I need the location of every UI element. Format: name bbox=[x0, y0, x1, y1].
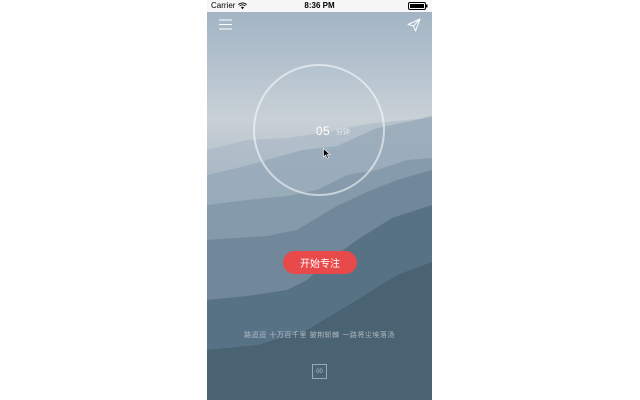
timer-value: 05 bbox=[315, 124, 331, 138]
mountain-background bbox=[207, 116, 432, 400]
session-counter[interactable]: 00 bbox=[312, 364, 327, 379]
paper-plane-icon[interactable] bbox=[407, 18, 421, 32]
status-time: 8:36 PM bbox=[304, 1, 335, 10]
hamburger-menu-icon[interactable] bbox=[219, 18, 232, 31]
battery-icon bbox=[408, 2, 428, 10]
mouse-cursor-icon bbox=[323, 148, 331, 159]
motto-text: 路迢迢 十万百千里 披荆斩棘 一路将尘埃落汤 bbox=[244, 331, 395, 339]
timer-unit: 分钟 bbox=[336, 129, 350, 136]
app-screen: Carrier 8:36 PM 05 分钟 开始专注 路迢迢 十万百千里 披荆斩… bbox=[207, 0, 432, 400]
status-bar: Carrier 8:36 PM bbox=[207, 0, 432, 12]
start-focus-button[interactable]: 开始专注 bbox=[283, 251, 357, 274]
